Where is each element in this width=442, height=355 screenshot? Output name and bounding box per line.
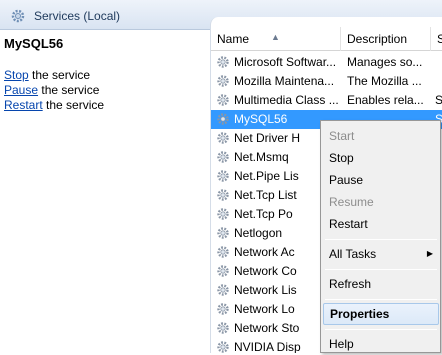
- service-gear-icon: [216, 340, 230, 353]
- restart-action: Restart the service: [4, 98, 104, 112]
- window-title: Services (Local): [34, 9, 121, 23]
- selected-service-name: MySQL56: [4, 36, 64, 51]
- column-header-status[interactable]: St: [431, 27, 442, 51]
- menu-item-stop[interactable]: Stop: [323, 147, 439, 169]
- service-row[interactable]: Multimedia Class ... Enables rela... St: [211, 91, 442, 110]
- menu-item-all-tasks[interactable]: All Tasks ▶: [323, 243, 439, 265]
- menu-separator: [325, 269, 437, 270]
- service-name-cell: Multimedia Class ...: [234, 93, 339, 107]
- menu-item-pause[interactable]: Pause: [323, 169, 439, 191]
- restart-service-link[interactable]: Restart: [4, 98, 43, 112]
- stop-action-text: the service: [28, 68, 91, 82]
- pause-service-link[interactable]: Pause: [4, 83, 38, 97]
- menu-item-properties[interactable]: Properties: [323, 303, 439, 325]
- all-tasks-label: All Tasks: [329, 247, 377, 261]
- menu-separator: [325, 299, 437, 300]
- service-status-cell: St: [435, 91, 442, 110]
- menu-item-help[interactable]: Help: [323, 333, 439, 355]
- sort-ascending-icon: ▲: [271, 32, 280, 42]
- pause-action-text: the service: [38, 83, 100, 97]
- menu-item-restart[interactable]: Restart: [323, 213, 439, 235]
- service-row[interactable]: Mozilla Maintena... The Mozilla ...: [211, 72, 442, 91]
- column-header-row: Name ▲ Description St: [211, 27, 442, 51]
- menu-item-refresh[interactable]: Refresh: [323, 273, 439, 295]
- services-gear-icon: [10, 8, 26, 27]
- service-description-cell: Enables rela...: [347, 93, 424, 107]
- stop-service-link[interactable]: Stop: [4, 68, 29, 82]
- column-name-label: Name: [217, 32, 250, 46]
- service-description-cell: The Mozilla ...: [347, 74, 422, 88]
- service-description-cell: Manages so...: [347, 55, 423, 69]
- pause-action: Pause the service: [4, 83, 99, 97]
- menu-separator: [325, 329, 437, 330]
- menu-item-start: Start: [329, 129, 355, 143]
- service-description-pane: MySQL56 Stop the service Pause the servi…: [0, 31, 210, 353]
- service-row[interactable]: Microsoft Softwar... Manages so...: [211, 53, 442, 72]
- column-header-name[interactable]: Name ▲: [211, 27, 341, 51]
- menu-item-resume: Resume: [329, 195, 374, 209]
- restart-action-text: the service: [42, 98, 105, 112]
- service-name-cell: Microsoft Softwar...: [234, 55, 337, 69]
- context-menu: Start Stop Pause Resume Restart All Task…: [320, 120, 441, 353]
- menu-separator: [325, 239, 437, 240]
- service-name-cell: Mozilla Maintena...: [234, 74, 335, 88]
- submenu-arrow-icon: ▶: [426, 249, 433, 258]
- column-header-description[interactable]: Description: [341, 27, 431, 51]
- stop-action: Stop the service: [4, 68, 90, 82]
